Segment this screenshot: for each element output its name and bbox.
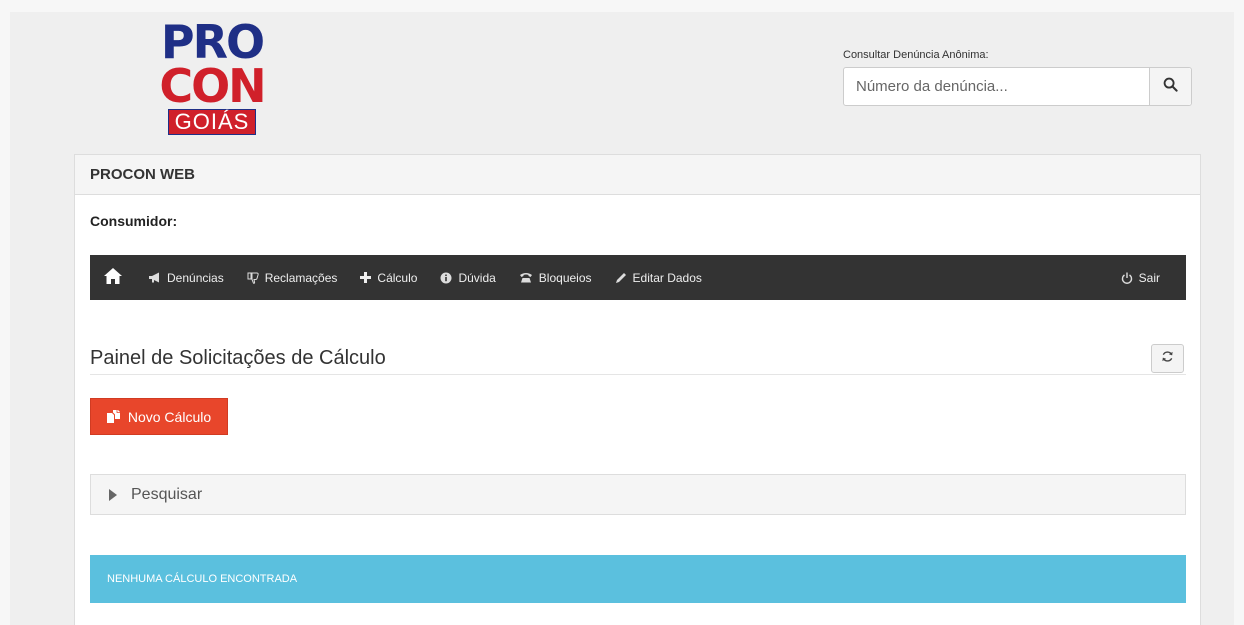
panel-heading: PROCON WEB [75,155,1200,195]
info-circle-icon [440,272,452,284]
nav-item-duvida[interactable]: Dúvida [440,270,496,285]
nav-item-calculo[interactable]: Cálculo [360,271,417,285]
anonymous-search-group [843,67,1192,106]
empty-results-message: NENHUMA CÁLCULO ENCONTRADA [107,573,298,585]
nav-item-reclamacoes[interactable]: Reclamações [247,270,338,285]
home-icon [104,268,122,287]
anonymous-search-label: Consultar Denúncia Anônima: [843,49,989,61]
nav-item-editar-dados[interactable]: Editar Dados [615,271,702,285]
documents-icon [106,410,122,423]
nav-item-label: Reclamações [264,270,338,285]
page-title: Painel de Solicitações de Cálculo [90,347,386,369]
main-panel: PROCON WEB Consumidor: Denúncias Reclama… [74,154,1201,625]
pencil-icon [615,272,627,284]
search-icon [1163,77,1178,97]
new-calculation-label: Novo Cálculo [127,408,212,425]
anonymous-search-button[interactable] [1149,68,1191,105]
panel-title: PROCON WEB [90,166,195,183]
nav-item-label: Bloqueios [538,270,592,285]
search-collapse-header[interactable]: Pesquisar [90,474,1186,515]
phone-icon [519,272,533,283]
plus-icon [360,272,372,283]
thumbs-down-icon [247,272,259,284]
refresh-button[interactable] [1151,344,1184,373]
nav-item-denuncias[interactable]: Denúncias [148,271,224,285]
nav-logout[interactable]: Sair [1121,271,1160,285]
logo-line-goias: GOIÁS [167,109,257,135]
nav-item-label: Cálculo [377,270,418,285]
logout-label: Sair [1138,270,1160,285]
search-collapse-label: Pesquisar [131,485,203,503]
nav-item-label: Denúncias [167,270,224,285]
nav-item-bloqueios[interactable]: Bloqueios [519,271,592,285]
logo-line-con: CON [159,59,266,113]
nav-item-label: Dúvida [458,270,496,285]
refresh-icon [1161,350,1174,368]
megaphone-icon [148,272,161,283]
power-icon [1121,272,1133,284]
title-divider [90,374,1186,375]
main-navbar: Denúncias Reclamações Cálculo Dúvida Blo [90,255,1186,300]
new-calculation-button[interactable]: Novo Cálculo [90,398,228,435]
consumer-label: Consumidor: [90,213,178,229]
logo-line-pro: PRO [160,15,265,69]
empty-results-alert: NENHUMA CÁLCULO ENCONTRADA [90,555,1186,603]
nav-home[interactable] [104,268,122,287]
procon-logo[interactable]: PRO CON GOIÁS [157,15,267,135]
complaint-number-input[interactable] [844,68,1149,105]
caret-right-icon [109,488,117,501]
nav-item-label: Editar Dados [632,270,702,285]
